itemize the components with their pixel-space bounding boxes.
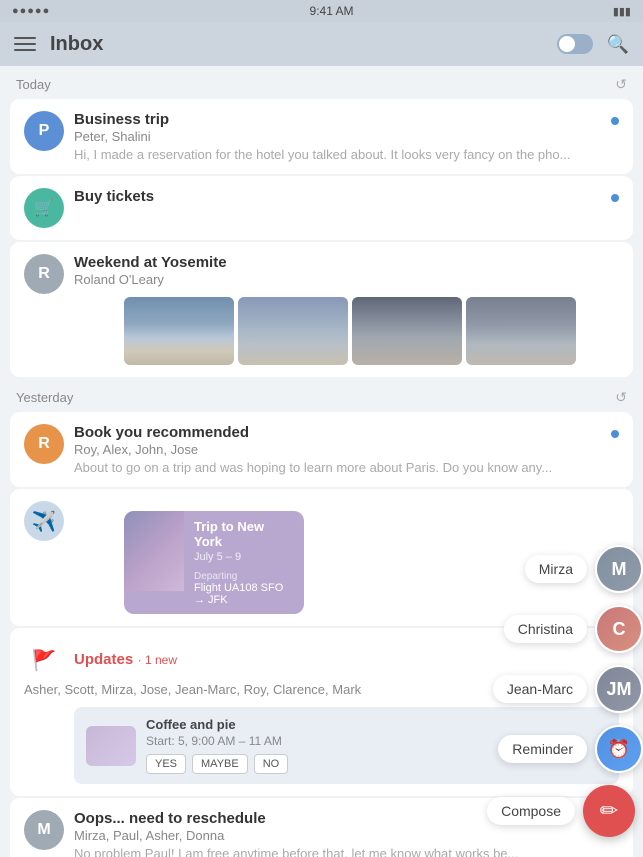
contact-label-mirza[interactable]: Mirza — [525, 555, 587, 583]
avatar-roy: R — [24, 424, 64, 464]
message-yosemite[interactable]: R Weekend at Yosemite Roland O'Leary — [10, 242, 633, 377]
contact-avatar-jean-marc[interactable]: JM — [595, 665, 643, 713]
contact-row-reminder: Reminder ⏰ — [498, 725, 643, 773]
contact-avatar-inner-christina: C — [597, 607, 641, 651]
flag-icon: 🚩 — [24, 640, 64, 680]
section-yesterday-label: Yesterday — [16, 390, 73, 405]
message-from-yosemite: Roland O'Leary — [74, 272, 619, 287]
contact-avatar-inner-jean-marc: JM — [597, 667, 641, 711]
message-title-business-trip: Business trip — [74, 111, 601, 128]
message-preview-business-trip: Hi, I made a reservation for the hotel y… — [74, 147, 601, 162]
invite-thumb — [86, 726, 136, 766]
message-body-business-trip: Business trip Peter, Shalini Hi, I made … — [74, 111, 601, 162]
nav-title: Inbox — [50, 33, 557, 56]
yosemite-images — [124, 297, 619, 377]
message-buy-tickets[interactable]: 🛒 Buy tickets — [10, 176, 633, 240]
contact-avatar-reminder[interactable]: ⏰ — [595, 725, 643, 773]
yosemite-thumb-4 — [466, 297, 576, 365]
menu-icon[interactable] — [14, 33, 36, 55]
message-body-yosemite: Weekend at Yosemite Roland O'Leary — [74, 254, 619, 377]
message-title-book: Book you recommended — [74, 424, 601, 441]
avatar-plane: ✈️ — [24, 501, 64, 541]
trip-card-image — [124, 511, 184, 591]
section-yesterday: Yesterday ↺ — [0, 379, 643, 412]
updates-new-badge: 1 new — [145, 653, 177, 667]
contact-avatar-christina[interactable]: C — [595, 605, 643, 653]
contact-label-jean-marc[interactable]: Jean-Marc — [493, 675, 587, 703]
message-title-yosemite: Weekend at Yosemite — [74, 254, 619, 271]
section-today-icon: ↺ — [615, 76, 627, 93]
contact-label-compose[interactable]: Compose — [487, 797, 575, 825]
contact-label-christina[interactable]: Christina — [504, 615, 587, 643]
contact-avatar-inner-reminder: ⏰ — [597, 727, 641, 771]
nav-bar: Inbox 🔍 — [0, 22, 643, 66]
yosemite-thumb-1 — [124, 297, 234, 365]
updates-badge: · — [138, 653, 145, 667]
message-body-buy-tickets: Buy tickets — [74, 188, 601, 205]
message-preview-book: About to go on a trip and was hoping to … — [74, 460, 601, 475]
avatar-peter: P — [24, 111, 64, 151]
section-yesterday-icon: ↺ — [615, 389, 627, 406]
message-business-trip[interactable]: P Business trip Peter, Shalini Hi, I mad… — [10, 99, 633, 174]
floating-contacts-panel: Mirza M Christina C Jean-Marc JM Reminde… — [487, 545, 643, 837]
invite-yes-button[interactable]: YES — [146, 754, 186, 774]
contact-avatar-inner-mirza: M — [597, 547, 641, 591]
yosemite-thumb-3 — [352, 297, 462, 365]
contact-label-reminder[interactable]: Reminder — [498, 735, 587, 763]
toggle-switch[interactable] — [557, 34, 593, 54]
status-signal: ●●●●● — [12, 5, 50, 17]
message-from-business-trip: Peter, Shalini — [74, 129, 601, 144]
contact-row-christina: Christina C — [504, 605, 643, 653]
section-today-label: Today — [16, 77, 51, 92]
updates-title-group: Updates · 1 new — [74, 651, 177, 669]
trip-card-info: Trip to New York July 5 – 9 Departing Fl… — [184, 511, 304, 614]
contact-avatar-mirza[interactable]: M — [595, 545, 643, 593]
avatar-mirza: M — [24, 810, 64, 850]
message-preview-oops: No problem Paul! I am free anytime befor… — [74, 846, 619, 857]
avatar-buy-tickets: 🛒 — [24, 188, 64, 228]
message-book[interactable]: R Book you recommended Roy, Alex, John, … — [10, 412, 633, 487]
status-battery: ▮▮▮ — [613, 5, 631, 18]
message-title-buy-tickets: Buy tickets — [74, 188, 601, 205]
trip-card-inner: Trip to New York July 5 – 9 Departing Fl… — [124, 511, 304, 614]
message-from-book: Roy, Alex, John, Jose — [74, 442, 601, 457]
section-today: Today ↺ — [0, 66, 643, 99]
compose-icon: ✏ — [600, 798, 618, 824]
invite-no-button[interactable]: NO — [254, 754, 289, 774]
unread-badge-book — [611, 430, 619, 438]
message-body-book: Book you recommended Roy, Alex, John, Jo… — [74, 424, 601, 475]
contact-row-jean-marc: Jean-Marc JM — [493, 665, 643, 713]
contact-row-mirza: Mirza M — [525, 545, 643, 593]
trip-card-flight-label: Departing — [194, 571, 294, 582]
updates-title: Updates — [74, 651, 133, 668]
compose-row: Compose ✏ — [487, 785, 643, 837]
trip-card-flight: Flight UA108 SFO → JFK — [194, 582, 294, 606]
yosemite-thumb-2 — [238, 297, 348, 365]
status-time: 9:41 AM — [310, 4, 354, 18]
unread-badge-business-trip — [611, 117, 619, 125]
status-bar: ●●●●● 9:41 AM ▮▮▮ — [0, 0, 643, 22]
invite-maybe-button[interactable]: MAYBE — [192, 754, 248, 774]
trip-card-title: Trip to New York — [194, 519, 294, 549]
trip-card-dates: July 5 – 9 — [194, 551, 294, 563]
compose-button[interactable]: ✏ — [583, 785, 635, 837]
unread-badge-buy-tickets — [611, 194, 619, 202]
search-icon[interactable]: 🔍 — [607, 34, 629, 55]
avatar-roland: R — [24, 254, 64, 294]
